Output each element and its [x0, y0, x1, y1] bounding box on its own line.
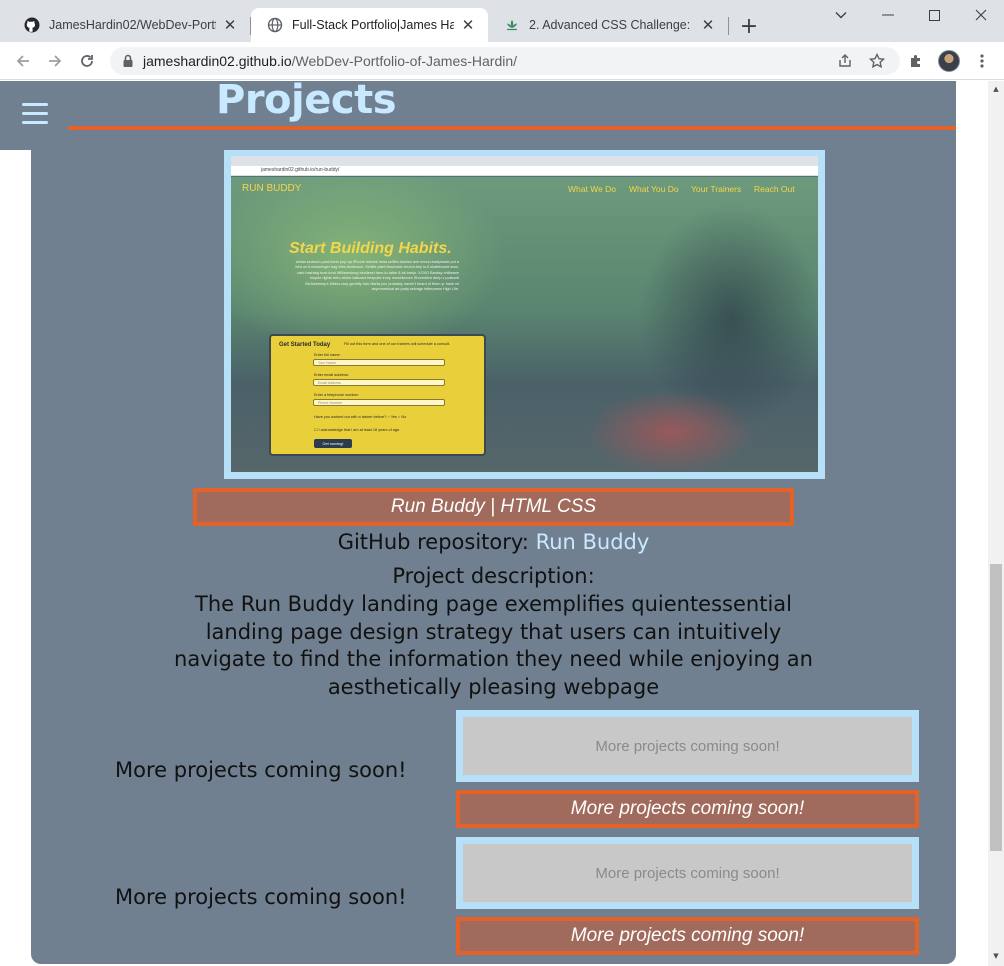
hamburger-menu-icon[interactable]	[22, 103, 48, 129]
mini-toolbar: jameshardin02.github.io/run-buddy/	[231, 166, 818, 176]
lock-icon[interactable]	[120, 53, 136, 69]
hero-title: Start Building Habits.	[289, 240, 452, 257]
url-host: jameshardin02.github.io	[143, 53, 292, 69]
description-body: The Run Buddy landing page exemplifies q…	[174, 592, 813, 700]
tab-search-icon[interactable]	[826, 4, 856, 26]
project-placeholder: More projects coming soon!	[463, 717, 912, 775]
project-caption[interactable]: More projects coming soon!	[456, 917, 919, 955]
url-text: jameshardin02.github.io/WebDev-Portfolio…	[143, 53, 517, 69]
browser-tab[interactable]: JamesHardin02/WebDev-Portfolio ✕	[8, 8, 250, 42]
scroll-down-arrow-icon[interactable]: ▼	[992, 952, 1000, 960]
more-projects-label: More projects coming soon!	[115, 758, 407, 782]
close-icon[interactable]: ✕	[222, 17, 238, 34]
title-underline	[68, 126, 956, 130]
get-running-button: Get running!	[314, 439, 352, 448]
repo-link[interactable]: Run Buddy	[536, 530, 650, 554]
kebab-menu-icon[interactable]	[972, 51, 992, 71]
phone-field: Phone Number	[313, 399, 445, 406]
lotus-icon	[504, 17, 520, 33]
close-icon[interactable]: ✕	[700, 17, 716, 34]
form-subtitle: Fill out this form and one of our traine…	[344, 342, 450, 346]
url-path: /WebDev-Portfolio-of-James-Hardin/	[291, 53, 518, 69]
project-placeholder-frame: More projects coming soon!	[456, 837, 919, 909]
github-icon	[24, 17, 40, 33]
projects-section: jameshardin02.github.io/run-buddy/ RUN B…	[31, 81, 956, 964]
scrollbar[interactable]: ▲ ▼	[988, 81, 1004, 966]
field-placeholder: Phone Number	[318, 401, 343, 405]
maximize-icon[interactable]	[919, 4, 949, 26]
browser-toolbar: jameshardin02.github.io/WebDev-Portfolio…	[0, 42, 1004, 80]
tab-divider	[728, 17, 729, 35]
repo-line: GitHub repository: Run Buddy	[31, 530, 956, 554]
field-label: Enter a telephone number:	[314, 393, 359, 397]
no-option: No	[401, 415, 407, 419]
checkbox-label: I acknowledge that I am at least 18 year…	[318, 428, 401, 432]
new-tab-button[interactable]: +	[737, 14, 761, 39]
tab-title: 2. Advanced CSS Challenge: Profe	[529, 18, 694, 32]
trainer-question: Have you worked out with a trainer befor…	[314, 415, 407, 419]
tab-title: Full-Stack Portfolio|James Hardin	[292, 18, 454, 32]
section-title: Projects	[216, 81, 397, 123]
repo-prefix: GitHub repository:	[337, 530, 529, 554]
form-title: Get Started Today	[279, 342, 331, 348]
project-placeholder: More projects coming soon!	[463, 844, 912, 902]
email-field: Email Address	[313, 379, 445, 386]
sticky-header: Projects	[0, 81, 956, 150]
field-label: Enter full name:	[314, 353, 341, 357]
browser-tab-bar: JamesHardin02/WebDev-Portfolio ✕ Full-St…	[0, 0, 1004, 42]
globe-icon	[267, 17, 283, 33]
project-caption[interactable]: More projects coming soon!	[456, 790, 919, 828]
signup-form: Get Started Today Fill out this form and…	[269, 334, 486, 456]
back-arrow-icon[interactable]	[11, 49, 35, 73]
scrollbar-thumb[interactable]	[990, 564, 1002, 851]
question-text: Have you worked out with a trainer befor…	[314, 415, 387, 419]
field-placeholder: Email Address	[318, 381, 341, 385]
reload-icon[interactable]	[75, 49, 99, 73]
run-buddy-hero: RUN BUDDY What We Do What You Do Your Tr…	[231, 177, 818, 472]
project-caption-run-buddy[interactable]: Run Buddy | HTML CSS	[193, 488, 794, 526]
project-placeholder-frame: More projects coming soon!	[456, 710, 919, 782]
share-icon[interactable]	[836, 52, 854, 70]
forward-arrow-icon[interactable]	[43, 49, 67, 73]
field-placeholder: Your Name	[318, 361, 336, 365]
page-viewport: jameshardin02.github.io/run-buddy/ RUN B…	[0, 81, 988, 966]
bookmark-star-icon[interactable]	[868, 52, 886, 70]
mini-url: jameshardin02.github.io/run-buddy/	[261, 167, 340, 173]
mini-nav-item: Your Trainers	[691, 184, 742, 194]
mini-tab-bar	[231, 156, 818, 166]
mini-nav-item: What You Do	[629, 184, 679, 194]
browser-tab[interactable]: 2. Advanced CSS Challenge: Profe ✕	[488, 8, 728, 42]
scroll-up-arrow-icon[interactable]: ▲	[992, 85, 1000, 93]
profile-avatar[interactable]	[938, 50, 960, 72]
window-close-icon[interactable]	[966, 4, 996, 26]
age-checkbox: ☐ I acknowledge that I am at least 18 ye…	[314, 428, 401, 432]
project-image-frame: jameshardin02.github.io/run-buddy/ RUN B…	[224, 149, 825, 479]
description-heading: Project description:	[392, 564, 595, 588]
yes-option: Yes	[390, 415, 397, 419]
field-label: Enter email address:	[314, 373, 349, 377]
browser-tab-active[interactable]: Full-Stack Portfolio|James Hardin ✕	[251, 8, 488, 42]
name-field: Your Name	[313, 359, 445, 366]
mini-nav-item: Reach Out	[754, 184, 795, 194]
address-bar[interactable]: jameshardin02.github.io/WebDev-Portfolio…	[110, 47, 900, 75]
run-buddy-brand: RUN BUDDY	[242, 183, 302, 194]
mini-nav-item: What We Do	[568, 184, 617, 194]
hero-text: seitan tootsum post-ironic pop-up iPhone…	[295, 260, 459, 292]
minimize-icon[interactable]	[873, 4, 903, 26]
tab-title: JamesHardin02/WebDev-Portfolio	[49, 18, 216, 32]
extensions-puzzle-icon[interactable]	[906, 51, 926, 71]
close-icon[interactable]: ✕	[460, 17, 476, 34]
run-buddy-screenshot[interactable]: jameshardin02.github.io/run-buddy/ RUN B…	[231, 156, 818, 472]
more-projects-label: More projects coming soon!	[115, 885, 407, 909]
